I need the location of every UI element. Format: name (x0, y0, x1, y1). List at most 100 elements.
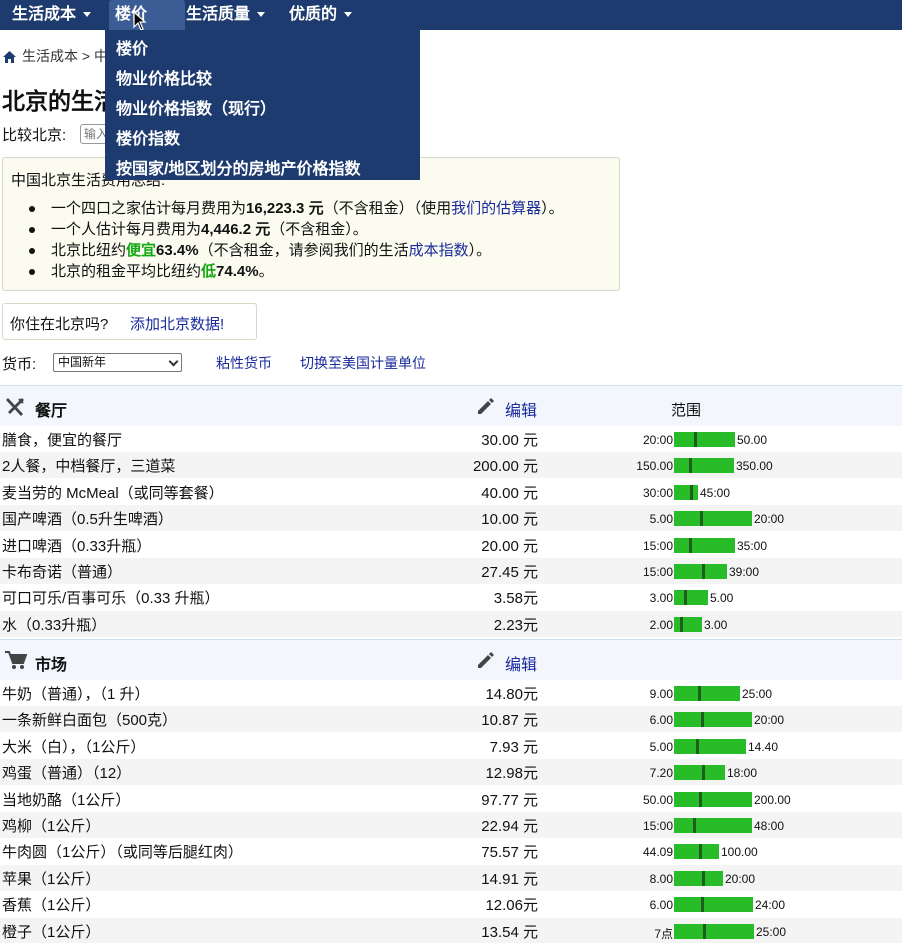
item-price: 75.57 元 (481, 844, 538, 862)
item-name: 可口可乐/百事可乐（0.33 升瓶） (2, 590, 220, 608)
pencil-icon[interactable] (476, 396, 496, 416)
table-row: 卡布奇诺（普通） 27.45 元 15:00 39:00 (0, 558, 902, 584)
breadcrumb-text[interactable]: 生活成本 > 中 (22, 48, 108, 64)
switch-us-units-link[interactable]: 切换至美国计量单位 (300, 353, 426, 373)
range-max: 20:00 (754, 512, 785, 527)
live-here-box: 你住在北京吗? 添加北京数据! (2, 303, 257, 340)
fork-knife-icon (6, 398, 24, 416)
item-price: 27.45 元 (481, 564, 538, 581)
range-min: 3.00 (649, 591, 673, 606)
range-average-marker (689, 537, 692, 553)
item-price: 3.58元 (493, 590, 538, 608)
nav-label: 生活成本 (12, 6, 77, 23)
range-bar (674, 511, 752, 527)
range-max: 100.00 (721, 845, 758, 860)
item-price: 10.87 元 (481, 712, 538, 730)
item-price: 10.00 元 (481, 511, 538, 529)
item-name: 一条新鲜白面包（500克） (2, 712, 178, 730)
range-min: 20:00 (642, 433, 673, 447)
item-name: 牛奶（普通），（1 升） (2, 686, 150, 703)
nav-label: 生活质量 (186, 6, 251, 23)
range-min: 150.00 (636, 459, 673, 474)
item-price: 7.93 元 (489, 738, 538, 756)
property-prices-dropdown: 楼价 物业价格比较 物业价格指数（现行） 楼价指数 按国家/地区划分的房地产价格… (105, 30, 420, 180)
range-average-marker (698, 686, 701, 701)
nav-cost-of-living[interactable]: 生活成本 (6, 0, 97, 30)
dropdown-item-price-index-current[interactable]: 物业价格指数（现行） (116, 95, 276, 119)
sticky-currency-link[interactable]: 粘性货币 (216, 353, 272, 373)
nav-quality-of-life[interactable]: 生活质量 (180, 0, 271, 30)
edit-link[interactable]: 编辑 (505, 651, 537, 675)
range-bar (674, 765, 725, 781)
add-data-link[interactable]: 添加北京数据! (130, 313, 224, 334)
section-header-restaurants: 餐厅 编辑 范围 (0, 385, 902, 426)
nav-property-prices[interactable]: 楼价 (109, 0, 186, 30)
range-bar (674, 564, 727, 579)
range-header: 范围 (671, 402, 702, 419)
range-min: 2.00 (649, 617, 673, 632)
item-name: 当地奶酪（1公斤） (2, 791, 131, 809)
range-min: 6.00 (649, 713, 673, 728)
dropdown-item-property-prices[interactable]: 楼价 (116, 35, 148, 59)
range-max: 3.00 (704, 617, 728, 632)
table-row: 苹果（1公斤） 14.91 元 8.00 20:00 (0, 864, 902, 891)
range-min: 50.00 (642, 792, 673, 807)
item-name: 2人餐，中档餐厅，三道菜 (2, 458, 176, 476)
breadcrumb: 生活成本 > 中 (3, 46, 108, 66)
dropdown-item-price-index-by-country[interactable]: 按国家/地区划分的房地产价格指数 (116, 155, 360, 179)
range-min: 6.00 (649, 898, 673, 913)
nav-premium[interactable]: 优质的 (283, 0, 358, 30)
summary-list: 一个四口之家估计每月费用为16,223.3 元（不含租金）（使用我们的估算器）。… (29, 198, 564, 282)
estimator-link[interactable]: 我们的估算器 (451, 200, 541, 217)
item-price: 30.00 元 (481, 432, 538, 449)
range-max: 14.40 (748, 739, 779, 754)
table-row: 进口啤酒（0.33升瓶） 20.00 元 15:00 35:00 (0, 532, 902, 558)
item-price: 22.94 元 (481, 818, 538, 835)
range-bar (674, 791, 752, 807)
summary-rent-lower: 北京的租金平均比纽约低74.4%。 (29, 261, 564, 282)
pencil-icon[interactable] (476, 650, 496, 670)
table-row: 牛奶（普通），（1 升） 14.80元 9.00 25:00 (0, 680, 902, 706)
range-average-marker (701, 897, 704, 913)
edit-link[interactable]: 编辑 (505, 397, 537, 421)
item-name: 进口啤酒（0.33升瓶） (2, 537, 152, 555)
range-max: 200.00 (754, 792, 791, 807)
range-bar (674, 484, 698, 500)
range-average-marker (680, 616, 683, 632)
range-bar (674, 844, 719, 860)
cost-index-link[interactable]: 成本指数 (409, 242, 469, 259)
item-price: 40.00 元 (481, 484, 538, 502)
range-average-marker (700, 511, 703, 527)
range-min: 15:00 (642, 819, 673, 833)
item-name: 鸡柳（1公斤） (2, 818, 101, 835)
table-row: 2人餐，中档餐厅，三道菜 200.00 元 150.00 350.00 (0, 452, 902, 479)
item-name: 大米（白），（1公斤） (2, 738, 146, 756)
range-max: 39:00 (729, 565, 760, 579)
range-max: 25:00 (742, 687, 773, 701)
live-here-question: 你住在北京吗? (10, 316, 109, 333)
range-max: 18:00 (727, 766, 758, 781)
currency-label: 货币: (2, 356, 37, 373)
dropdown-item-price-index[interactable]: 楼价指数 (116, 125, 180, 149)
item-name: 国产啤酒（0.5升生啤酒） (2, 511, 173, 529)
dropdown-item-price-comparison[interactable]: 物业价格比较 (116, 65, 212, 89)
table-row: 鸡蛋（普通）（12） 12.98元 7.20 18:00 (0, 759, 902, 786)
range-average-marker (702, 564, 705, 579)
item-name: 水（0.33升瓶） (2, 616, 107, 634)
section-header-markets: 市场 编辑 (0, 639, 902, 680)
range-bar (674, 616, 702, 632)
item-name: 卡布奇诺（普通） (2, 564, 123, 581)
currency-selected-value: 中国新年 (58, 355, 107, 369)
summary-family-cost: 一个四口之家估计每月费用为16,223.3 元（不含租金）（使用我们的估算器）。 (29, 198, 564, 219)
range-max: 20:00 (754, 713, 785, 728)
range-average-marker (689, 458, 692, 474)
range-bar (674, 712, 752, 728)
summary-single-cost: 一个人估计每月费用为4,446.2 元（不含租金）。 (29, 219, 564, 240)
table-row: 国产啤酒（0.5升生啤酒） 10.00 元 5.00 20:00 (0, 505, 902, 532)
range-bar (674, 738, 746, 754)
item-name: 苹果（1公斤） (2, 870, 101, 888)
range-average-marker (702, 870, 705, 886)
range-average-marker (694, 432, 697, 447)
home-icon[interactable] (3, 51, 16, 63)
currency-select[interactable]: 中国新年 (53, 353, 182, 372)
